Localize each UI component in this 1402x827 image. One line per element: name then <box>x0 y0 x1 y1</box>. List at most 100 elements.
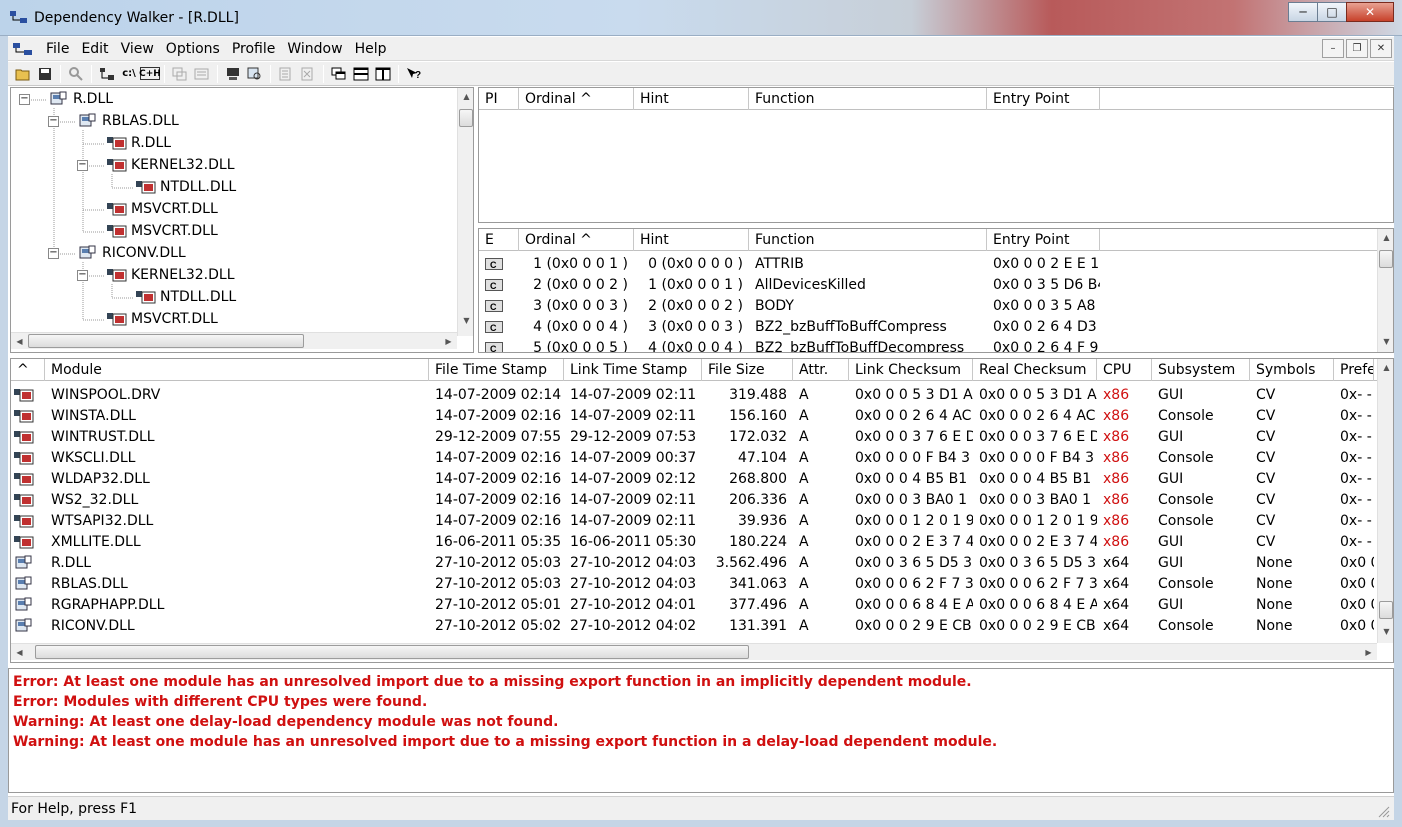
scrollbar-thumb[interactable] <box>459 109 473 127</box>
column-header-entry-point[interactable]: Entry Point <box>987 88 1100 110</box>
exports-list[interactable]: E Ordinal ^ Hint Function Entry Point C 1… <box>478 228 1394 353</box>
tree-item[interactable]: MSVCRT.DLL <box>107 309 218 329</box>
scroll-left-icon[interactable]: ◀ <box>11 333 28 350</box>
maximize-button[interactable]: □ <box>1317 2 1347 22</box>
column-header-sort-indicator[interactable]: ^ <box>11 359 45 381</box>
scrollbar-thumb[interactable] <box>28 334 304 348</box>
menu-edit[interactable]: Edit <box>75 41 114 57</box>
open-icon[interactable] <box>12 64 34 84</box>
module-row[interactable]: WKSCLI.DLL 14-07-2009 02:16 14-07-2009 00:… <box>11 447 1374 468</box>
tree-item[interactable]: R.DLL <box>49 89 113 109</box>
properties-icon[interactable] <box>191 64 213 84</box>
module-row[interactable]: WTSAPI32.DLL 14-07-2009 02:16 14-07-2009 0… <box>11 510 1374 531</box>
scroll-right-icon[interactable]: ▶ <box>440 333 457 350</box>
collapse-icon[interactable]: − <box>48 116 59 127</box>
module-row[interactable]: WINSPOOL.DRV 14-07-2009 02:14 14-07-2009 0… <box>11 384 1374 405</box>
help-icon[interactable]: ? <box>403 64 425 84</box>
scroll-down-icon[interactable]: ▼ <box>458 312 473 329</box>
tree-item[interactable]: KERNEL32.DLL <box>107 155 235 175</box>
column-header-real-checksum[interactable]: Real Checksum <box>973 359 1097 381</box>
scrollbar-thumb[interactable] <box>1379 250 1393 268</box>
module-row[interactable]: RICONV.DLL 27-10-2012 05:02 27-10-2012 04:… <box>11 615 1374 636</box>
system-info-icon[interactable] <box>222 64 244 84</box>
save-icon[interactable] <box>34 64 56 84</box>
column-header-ordinal[interactable]: Ordinal ^ <box>519 229 634 251</box>
mdi-close-button[interactable]: ✕ <box>1370 39 1392 58</box>
mdi-minimize-button[interactable]: – <box>1322 39 1344 58</box>
export-row[interactable]: C 1 (0x0 0 0 1 ) 0 (0x0 0 0 0 ) ATTRIB 0x0 0… <box>479 253 1100 274</box>
module-row[interactable]: XMLLITE.DLL 16-06-2011 05:35 16-06-2011 05… <box>11 531 1374 552</box>
module-dependency-tree[interactable]: R.DLL − RBLAS.DLL − R.DLL KERNEL32.DLL − NTDLL.… <box>10 87 474 353</box>
scroll-up-icon[interactable]: ▲ <box>1378 229 1393 246</box>
tree-vertical-scrollbar[interactable]: ▲ ▼ <box>457 88 473 336</box>
copy-icon[interactable] <box>169 64 191 84</box>
scrollbar-thumb[interactable] <box>1379 601 1393 619</box>
scroll-right-icon[interactable]: ▶ <box>1360 644 1377 661</box>
find-icon[interactable] <box>65 64 87 84</box>
column-header-file-size[interactable]: File Size <box>702 359 793 381</box>
resize-grip-icon[interactable] <box>1376 804 1390 818</box>
scrollbar-thumb[interactable] <box>35 645 749 659</box>
exports-vertical-scrollbar[interactable]: ▲ ▼ <box>1377 229 1393 352</box>
collapse-icon[interactable]: − <box>19 94 30 105</box>
column-header-e[interactable]: E <box>479 229 519 251</box>
export-row[interactable]: C 5 (0x0 0 0 5 ) 4 (0x0 0 0 4 ) BZ2_bzBuffT… <box>479 337 1100 352</box>
full-paths-button[interactable]: c:\ <box>118 64 140 84</box>
module-row[interactable]: RBLAS.DLL 27-10-2012 05:03 27-10-2012 04:0… <box>11 573 1374 594</box>
menu-view[interactable]: View <box>115 41 160 57</box>
tile-vertical-icon[interactable] <box>372 64 394 84</box>
tree-item[interactable]: RICONV.DLL <box>78 243 186 263</box>
next-module-icon[interactable] <box>297 64 319 84</box>
menu-options[interactable]: Options <box>160 41 226 57</box>
module-row[interactable]: WINTRUST.DLL 29-12-2009 07:55 29-12-2009 0… <box>11 426 1374 447</box>
scroll-up-icon[interactable]: ▲ <box>458 88 473 105</box>
modules-vertical-scrollbar[interactable]: ▲ ▼ <box>1377 359 1393 643</box>
minimize-button[interactable]: ─ <box>1288 2 1318 22</box>
dependency-tree-icon[interactable] <box>96 64 118 84</box>
module-row[interactable]: WS2_32.DLL 14-07-2009 02:16 14-07-2009 02:… <box>11 489 1374 510</box>
column-header-hint[interactable]: Hint <box>634 88 749 110</box>
column-header-entry-point[interactable]: Entry Point <box>987 229 1100 251</box>
title-bar[interactable]: Dependency Walker - [R.DLL] ─ □ ✕ <box>0 0 1402 36</box>
column-header-ordinal[interactable]: Ordinal ^ <box>519 88 634 110</box>
scroll-down-icon[interactable]: ▼ <box>1378 623 1393 640</box>
column-header-link-checksum[interactable]: Link Checksum <box>849 359 973 381</box>
module-row[interactable]: WLDAP32.DLL 14-07-2009 02:16 14-07-2009 02… <box>11 468 1374 489</box>
mdi-restore-button[interactable]: ❐ <box>1346 39 1368 58</box>
export-row[interactable]: C 2 (0x0 0 0 2 ) 1 (0x0 0 0 1 ) AllDevicesK… <box>479 274 1100 295</box>
menu-window[interactable]: Window <box>281 41 348 57</box>
column-header-cpu[interactable]: CPU <box>1097 359 1152 381</box>
module-row[interactable]: WINSTA.DLL 14-07-2009 02:16 14-07-2009 02:… <box>11 405 1374 426</box>
column-header-pi[interactable]: PI <box>479 88 519 110</box>
column-header-file-time-stamp[interactable]: File Time Stamp <box>429 359 564 381</box>
parent-imports-list[interactable]: PI Ordinal ^ Hint Function Entry Point <box>478 87 1394 223</box>
tree-item[interactable]: NTDLL.DLL <box>136 177 236 197</box>
column-header-symbols[interactable]: Symbols <box>1250 359 1334 381</box>
tree-item[interactable]: MSVCRT.DLL <box>107 221 218 241</box>
collapse-icon[interactable]: − <box>77 270 88 281</box>
export-row[interactable]: C 4 (0x0 0 0 4 ) 3 (0x0 0 0 3 ) BZ2_bzBuffT… <box>479 316 1100 337</box>
column-header-attr[interactable]: Attr. <box>793 359 849 381</box>
previous-module-icon[interactable] <box>275 64 297 84</box>
modules-horizontal-scrollbar[interactable]: ◀ ▶ <box>11 643 1377 660</box>
log-panel[interactable]: Error: At least one module has an unreso… <box>8 668 1394 793</box>
tree-item[interactable]: RBLAS.DLL <box>78 111 179 131</box>
document-icon[interactable] <box>12 41 34 57</box>
undecorate-cpp-button[interactable]: C+H <box>139 67 161 80</box>
column-header-function[interactable]: Function <box>749 88 987 110</box>
module-row[interactable]: R.DLL 27-10-2012 05:03 27-10-2012 04:03 3.5… <box>11 552 1374 573</box>
collapse-icon[interactable]: − <box>77 160 88 171</box>
column-header-subsystem[interactable]: Subsystem <box>1152 359 1250 381</box>
column-header-hint[interactable]: Hint <box>634 229 749 251</box>
view-module-icon[interactable] <box>244 64 266 84</box>
collapse-icon[interactable]: − <box>48 248 59 259</box>
tree-item[interactable]: NTDLL.DLL <box>136 287 236 307</box>
tree-item[interactable]: KERNEL32.DLL <box>107 265 235 285</box>
scroll-down-icon[interactable]: ▼ <box>1378 333 1393 350</box>
tree-item[interactable]: MSVCRT.DLL <box>107 199 218 219</box>
tile-horizontal-icon[interactable] <box>350 64 372 84</box>
column-header-function[interactable]: Function <box>749 229 987 251</box>
export-row[interactable]: C 3 (0x0 0 0 3 ) 2 (0x0 0 0 2 ) BODY 0x0 0 0… <box>479 295 1100 316</box>
column-header-module[interactable]: Module <box>45 359 429 381</box>
tree-item[interactable]: R.DLL <box>107 133 171 153</box>
